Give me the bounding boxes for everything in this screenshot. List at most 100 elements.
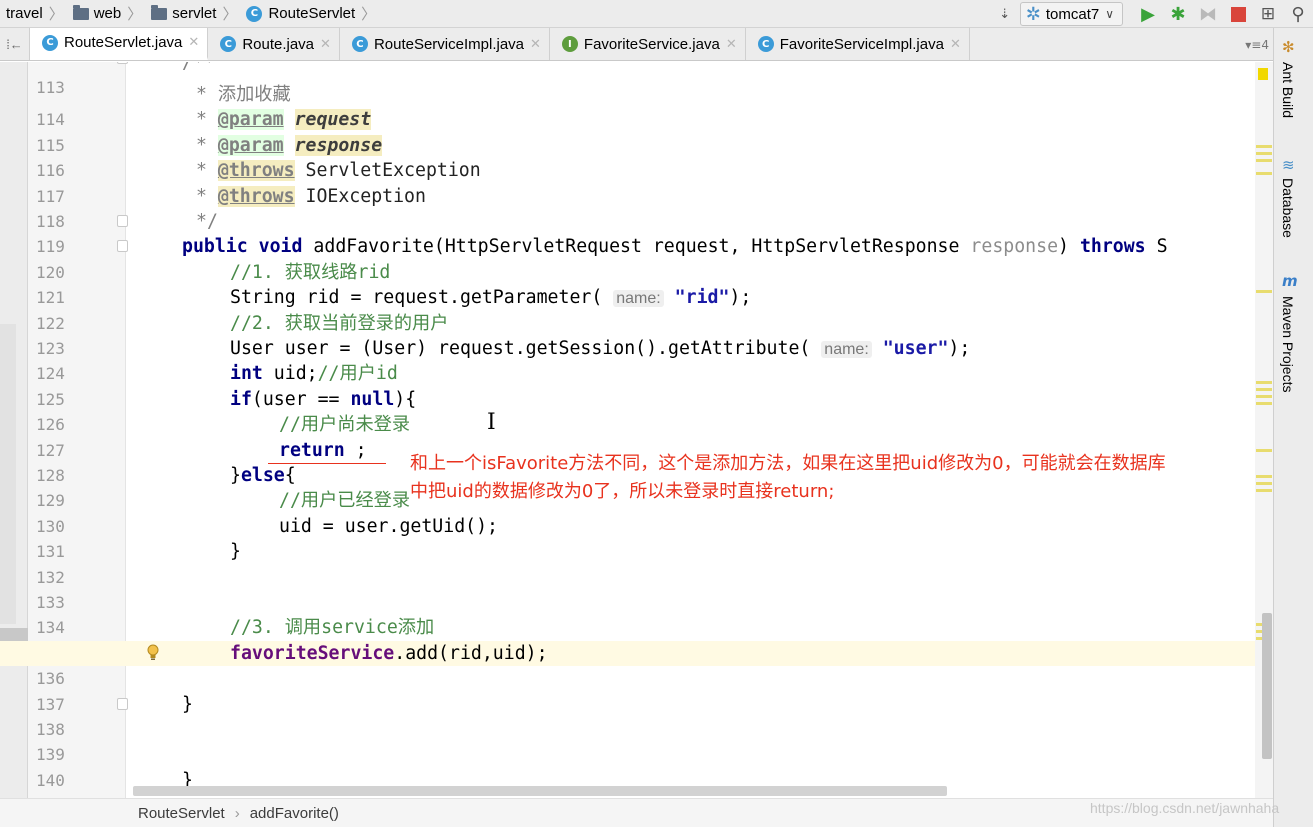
code-line[interactable]: 115 * @param request <box>0 107 1273 155</box>
code-line[interactable]: 132 } <box>0 539 1273 586</box>
debug-icon[interactable]: ✱ <box>1163 1 1193 27</box>
breadcrumb-separator: 〉 <box>127 6 143 23</box>
stripe-marker[interactable] <box>1256 159 1272 162</box>
right-tool-strip: ✻ Ant Build ≋ Database m Maven Projects <box>1273 28 1313 827</box>
javadoc-tag: @throws <box>217 185 295 207</box>
tab-routeserviceimpl-java[interactable]: C RouteServiceImpl.java ✕ <box>340 28 550 60</box>
code-line[interactable]: 123 //2. 获取当前登录的用户 <box>0 311 1273 358</box>
code-editor[interactable]: 113 /** 114 * 添加收藏 115 * @param request … <box>0 62 1273 798</box>
stripe-marker[interactable] <box>1256 449 1272 452</box>
warning-indicator-icon[interactable] <box>1258 68 1268 80</box>
ant-build-tool-button[interactable]: Ant Build <box>1280 62 1296 118</box>
code-line[interactable]: 131 uid = user.getUid(); <box>0 514 1273 561</box>
code-line[interactable]: 121 //1. 获取线路rid <box>0 260 1273 307</box>
code-line[interactable]: 134 <box>0 590 1273 637</box>
code-line[interactable]: 114 * 添加收藏 <box>0 82 1273 129</box>
run-config-selector[interactable]: ✲ tomcat7 ∨ <box>1019 2 1123 26</box>
breadcrumb-method[interactable]: addFavorite() <box>250 805 339 822</box>
fold-icon[interactable] <box>117 215 128 227</box>
method-signature: addFavorite(HttpServletRequest request, … <box>302 236 971 258</box>
stop-icon[interactable] <box>1223 1 1253 27</box>
stripe-marker[interactable] <box>1256 145 1272 148</box>
stripe-marker[interactable] <box>1256 152 1272 155</box>
ant-icon: ✻ <box>1282 38 1295 56</box>
code-text: } <box>230 465 241 486</box>
editor-breadcrumbs: RouteServlet › addFavorite() <box>0 798 1273 827</box>
database-tool-button[interactable]: Database <box>1280 178 1296 238</box>
close-icon[interactable]: ✕ <box>726 37 737 52</box>
vertical-scrollbar[interactable] <box>1262 613 1272 759</box>
breadcrumb-servlet[interactable]: servlet <box>145 0 219 28</box>
stripe-marker[interactable] <box>1256 388 1272 391</box>
maven-icon: m <box>1282 272 1298 290</box>
close-icon[interactable]: ✕ <box>320 37 331 52</box>
run-icon[interactable]: ▶ <box>1133 1 1163 27</box>
stripe-marker[interactable] <box>1256 381 1272 384</box>
code-line[interactable]: 140 <box>0 742 1273 790</box>
code-text: ); <box>729 287 752 309</box>
fold-icon[interactable] <box>117 62 128 64</box>
interface-icon: I <box>561 36 578 52</box>
tab-label: RouteServlet.java <box>64 34 183 51</box>
coverage-icon[interactable]: ⧓ <box>1193 1 1223 27</box>
code-line[interactable]: 119 */ <box>0 209 1273 256</box>
code-line[interactable]: 116 * @param response <box>0 133 1273 180</box>
code-line-current[interactable]: 136 favoriteService.add(rid,uid); <box>0 640 1273 688</box>
tab-label: Route.java <box>242 35 315 53</box>
tab-favoriteserviceimpl-java[interactable]: C FavoriteServiceImpl.java ✕ <box>746 28 970 60</box>
unused-param: response <box>970 236 1059 258</box>
breadcrumb-routeservlet[interactable]: C RouteServlet <box>240 0 358 28</box>
tab-list-menu-icon[interactable]: ▾≡4 <box>1245 28 1269 61</box>
code-text: ; <box>344 439 367 461</box>
javadoc-param: response <box>294 134 383 156</box>
code-line[interactable]: 118 * @throws IOException <box>0 184 1273 231</box>
tab-routeservlet-java[interactable]: C RouteServlet.java ✕ <box>30 28 209 60</box>
close-icon[interactable]: ✕ <box>950 37 961 52</box>
code-line[interactable]: 133 <box>0 565 1273 612</box>
tab-favoriteservice-java[interactable]: I FavoriteService.java ✕ <box>550 28 746 60</box>
breadcrumb-label: RouteServlet <box>268 5 356 22</box>
code-text: } <box>182 693 193 715</box>
code-line[interactable]: 138 } <box>0 692 1273 739</box>
horizontal-scrollbar[interactable] <box>133 786 947 796</box>
string-literal: "user" <box>882 338 949 359</box>
code-line[interactable]: 139 <box>0 717 1273 764</box>
code-line[interactable]: 120 public void addFavorite(HttpServletR… <box>0 234 1273 281</box>
code-text: ) <box>1058 236 1080 258</box>
fold-icon[interactable] <box>117 697 128 710</box>
code-line[interactable]: 117 * @throws ServletException <box>0 158 1273 206</box>
code-line[interactable]: 124 User user = (User) request.getSessio… <box>0 336 1273 383</box>
code-line[interactable]: 127 //用户尚未登录 <box>0 412 1273 459</box>
stripe-marker[interactable] <box>1256 290 1272 293</box>
code-line[interactable]: 122 String rid = request.getParameter( n… <box>0 285 1273 332</box>
breadcrumb-web[interactable]: web <box>67 0 125 28</box>
close-icon[interactable]: ✕ <box>530 37 541 52</box>
annotation-note: 和上一个isFavorite方法不同，这个是添加方法，如果在这里把uid修改为0… <box>410 450 1260 506</box>
stripe-marker[interactable] <box>1256 172 1272 175</box>
pin-icon[interactable]: ⁞← <box>0 28 30 60</box>
maven-projects-tool-button[interactable]: Maven Projects <box>1280 296 1296 392</box>
stripe-marker[interactable] <box>1256 475 1272 478</box>
project-structure-icon[interactable]: ⊞ <box>1253 1 1283 27</box>
fold-icon[interactable] <box>117 240 128 253</box>
breadcrumb-class[interactable]: RouteServlet <box>138 805 225 822</box>
stripe-marker[interactable] <box>1256 395 1272 398</box>
code-line[interactable]: 135 //3. 调用service添加 <box>0 615 1273 662</box>
close-icon[interactable]: ✕ <box>188 35 199 50</box>
stripe-marker[interactable] <box>1256 482 1272 485</box>
sort-icon[interactable]: ⇣ <box>990 1 1020 27</box>
search-icon[interactable]: ⚲ <box>1283 1 1313 27</box>
stripe-marker[interactable] <box>1256 402 1272 405</box>
breadcrumb-travel[interactable]: travel <box>0 0 46 28</box>
breadcrumb-label: travel <box>6 5 43 22</box>
code-line[interactable]: 137 <box>0 666 1273 714</box>
breadcrumb-separator: 〉 <box>222 6 238 23</box>
keyword: if <box>230 388 252 410</box>
code-line[interactable]: 113 /** <box>0 62 1273 97</box>
tab-route-java[interactable]: C Route.java ✕ <box>208 28 340 60</box>
lightbulb-icon[interactable] <box>146 644 160 662</box>
keyword: return <box>279 439 345 461</box>
stripe-marker[interactable] <box>1256 489 1272 492</box>
code-line[interactable]: 126 if(user == null){ <box>0 387 1273 434</box>
code-line[interactable]: 125 int uid;//用户id <box>0 361 1273 408</box>
